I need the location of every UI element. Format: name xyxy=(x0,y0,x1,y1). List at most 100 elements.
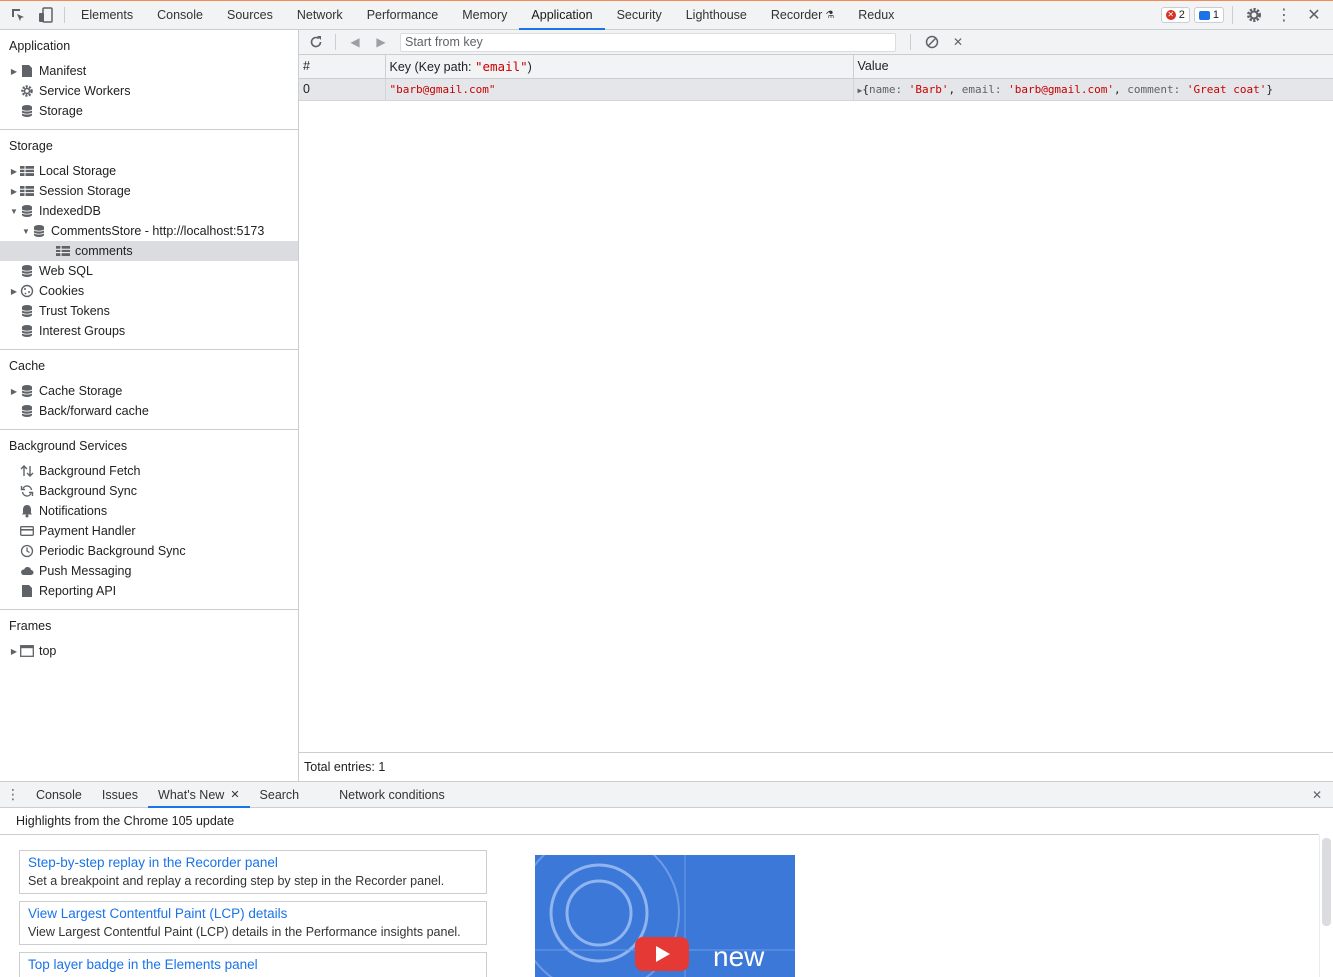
drawer-tab-issues[interactable]: Issues xyxy=(92,782,148,807)
top-tab-performance[interactable]: Performance xyxy=(355,1,451,29)
feature-card[interactable]: Step-by-step replay in the Recorder pane… xyxy=(19,850,487,894)
sidebar-item-session-storage[interactable]: ▶ Session Storage xyxy=(0,181,298,201)
drawer-tab-search[interactable]: Search xyxy=(250,782,310,807)
top-tab-redux[interactable]: Redux xyxy=(846,1,906,29)
value-email-val: 'barb@gmail.com' xyxy=(1008,82,1115,96)
feature-card[interactable]: View Largest Contentful Paint (LCP) deta… xyxy=(19,901,487,945)
start-from-key-input[interactable] xyxy=(400,32,896,52)
top-tab-network[interactable]: Network xyxy=(285,1,355,29)
sidebar-item-web-sql[interactable]: Web SQL xyxy=(0,261,298,281)
sidebar-item-push-messaging[interactable]: Push Messaging xyxy=(0,561,298,581)
top-tab-label: Network xyxy=(296,8,343,22)
sidebar-item-commentsstore-http-localhost-5173[interactable]: ▼ CommentsStore - http://localhost:5173 xyxy=(0,221,298,241)
sidebar-item-label: comments xyxy=(75,244,133,258)
row-value[interactable]: ▶{name: 'Barb', email: 'barb@gmail.com',… xyxy=(853,78,1333,101)
sidebar-item-trust-tokens[interactable]: Trust Tokens xyxy=(0,301,298,321)
device-toolbar-icon[interactable] xyxy=(32,1,60,29)
sidebar-item-background-sync[interactable]: Background Sync xyxy=(0,481,298,501)
top-tab-lighthouse[interactable]: Lighthouse xyxy=(674,1,759,29)
top-tab-application[interactable]: Application xyxy=(519,1,605,30)
total-entries-status: Total entries: 1 xyxy=(299,752,1333,781)
refresh-icon[interactable] xyxy=(305,32,327,52)
indexeddb-database-icon xyxy=(20,204,34,218)
top-tab-console[interactable]: Console xyxy=(145,1,215,29)
sidebar-item-comments[interactable]: comments xyxy=(0,241,298,261)
collapsed-triangle-icon[interactable]: ▶ xyxy=(8,385,20,397)
sidebar-item-reporting-api[interactable]: Reporting API xyxy=(0,581,298,601)
sidebar-item-manifest[interactable]: ▶ Manifest xyxy=(0,61,298,81)
collapsed-triangle-icon[interactable]: ▶ xyxy=(8,65,20,77)
trust-tokens-database-icon xyxy=(20,304,34,318)
drawer-menu-icon[interactable]: ⋮ xyxy=(0,782,26,807)
top-tab-security[interactable]: Security xyxy=(605,1,674,29)
top-tab-elements[interactable]: Elements xyxy=(69,1,145,29)
sidebar-section-title: Application xyxy=(9,39,71,53)
sidebar-item-storage[interactable]: Storage xyxy=(0,101,298,121)
feature-card[interactable]: Top layer badge in the Elements panel xyxy=(19,952,487,977)
feature-title-link[interactable]: Step-by-step replay in the Recorder pane… xyxy=(28,854,478,872)
settings-gear-icon[interactable] xyxy=(1241,2,1267,28)
drawer-tab-console[interactable]: Console xyxy=(26,782,92,807)
previous-page-icon[interactable]: ◀ xyxy=(344,32,366,52)
table-row[interactable]: 0 "barb@gmail.com" ▶{name: 'Barb', email… xyxy=(299,78,1333,101)
sidebar-item-interest-groups[interactable]: Interest Groups xyxy=(0,321,298,341)
drawer-tab-what-s-new[interactable]: What's New ✕ xyxy=(148,782,250,808)
video-thumbnail[interactable]: new xyxy=(535,855,795,977)
collapsed-triangle-icon[interactable]: ▶ xyxy=(8,645,20,657)
collapsed-triangle-icon[interactable]: ▶ xyxy=(8,285,20,297)
column-header-key[interactable]: Key (Key path: "email") xyxy=(385,55,854,79)
sidebar-item-cookies[interactable]: ▶ Cookies xyxy=(0,281,298,301)
sidebar-item-payment-handler[interactable]: Payment Handler xyxy=(0,521,298,541)
header-key-suffix: ) xyxy=(527,59,532,74)
collapsed-triangle-icon[interactable]: ▶ xyxy=(8,165,20,177)
error-count-badge[interactable]: ✕ 2 xyxy=(1160,7,1190,23)
value-brace-close: } xyxy=(1266,82,1274,96)
top-tab-label: Sources xyxy=(226,8,273,22)
next-page-icon[interactable]: ▶ xyxy=(370,32,392,52)
sidebar-item-periodic-background-sync[interactable]: Periodic Background Sync xyxy=(0,541,298,561)
drawer-tab-bar: ⋮ Console Issues What's New ✕ Search Network … xyxy=(0,782,1333,808)
delete-selected-icon[interactable]: ✕ xyxy=(947,32,969,52)
clear-object-store-icon[interactable] xyxy=(921,32,943,52)
sidebar-section-background: Background Services Background Fetch Backg… xyxy=(0,430,298,610)
close-tab-icon[interactable]: ✕ xyxy=(230,788,239,801)
expanded-triangle-icon[interactable]: ▼ xyxy=(20,225,32,237)
top-tab-sources[interactable]: Sources xyxy=(215,1,285,29)
message-count-badge[interactable]: 1 xyxy=(1193,7,1224,23)
drawer-panel: ⋮ Console Issues What's New ✕ Search Network … xyxy=(0,781,1333,977)
sidebar-item-local-storage[interactable]: ▶ Local Storage xyxy=(0,161,298,181)
top-tab-recorder[interactable]: Recorder ⚗ xyxy=(759,1,846,29)
sidebar-item-label: Periodic Background Sync xyxy=(39,544,186,558)
feature-title-link[interactable]: Top layer badge in the Elements panel xyxy=(28,956,478,974)
column-header-index[interactable]: # xyxy=(299,55,386,79)
collapsed-triangle-icon[interactable]: ▶ xyxy=(8,185,20,197)
sidebar-item-cache-storage[interactable]: ▶ Cache Storage xyxy=(0,381,298,401)
expanded-triangle-icon[interactable]: ▼ xyxy=(8,205,20,217)
scrollbar-thumb[interactable] xyxy=(1322,838,1331,926)
feature-title-link[interactable]: View Largest Contentful Paint (LCP) deta… xyxy=(28,905,478,923)
inspect-element-icon[interactable] xyxy=(4,1,32,29)
sidebar-item-top[interactable]: ▶ top xyxy=(0,641,298,661)
sidebar-item-service-workers[interactable]: Service Workers xyxy=(0,81,298,101)
video-caption: new xyxy=(713,941,765,972)
more-options-icon[interactable]: ⋮ xyxy=(1271,2,1297,28)
message-icon xyxy=(1198,10,1210,20)
back-forward-cache-icon xyxy=(20,404,34,418)
sidebar-item-back-forward-cache[interactable]: Back/forward cache xyxy=(0,401,298,421)
sidebar-item-background-fetch[interactable]: Background Fetch xyxy=(0,461,298,481)
feature-description: View Largest Contentful Paint (LCP) deta… xyxy=(28,925,461,939)
data-grid: # Key (Key path: "email") Value 0 "barb@… xyxy=(299,55,1333,101)
sidebar-item-label: Background Sync xyxy=(39,484,137,498)
sidebar-item-indexeddb[interactable]: ▼ IndexedDB xyxy=(0,201,298,221)
column-header-value[interactable]: Value xyxy=(853,55,1333,79)
sidebar-item-notifications[interactable]: Notifications xyxy=(0,501,298,521)
drawer-tab-network-conditions[interactable]: Network conditions xyxy=(329,782,455,807)
close-devtools-icon[interactable]: ✕ xyxy=(1301,2,1327,28)
close-drawer-icon[interactable]: ✕ xyxy=(1303,782,1331,807)
top-tab-memory[interactable]: Memory xyxy=(450,1,519,29)
